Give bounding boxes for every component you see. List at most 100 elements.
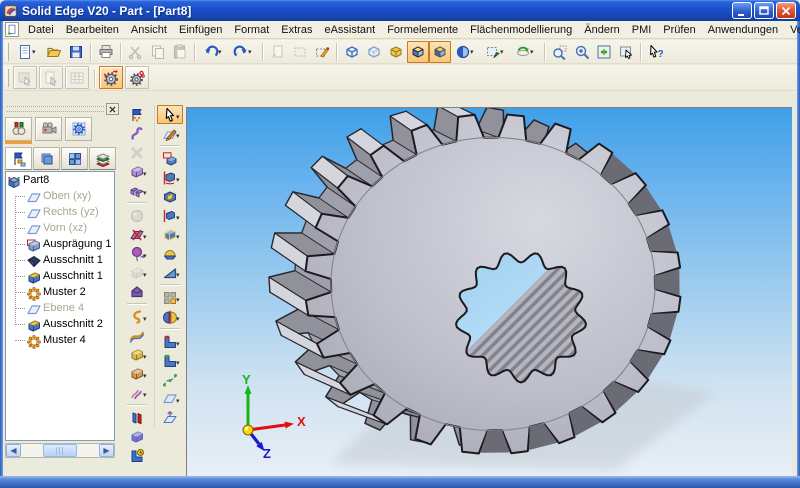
- dropdown-caret-icon[interactable]: ▾: [530, 48, 537, 56]
- rotate-view-button[interactable]: ▾: [511, 41, 541, 63]
- tree-item-auspraegung-1[interactable]: Ausprägung 1: [6, 236, 114, 252]
- undo-button[interactable]: ▾: [199, 41, 229, 63]
- help-pointer-button[interactable]: ?: [645, 41, 667, 63]
- trim-surface-button[interactable]: ▾: [124, 225, 150, 244]
- document-menu-button[interactable]: [5, 22, 19, 37]
- extruded-surface-button[interactable]: ▾: [124, 181, 150, 200]
- tab-feature-pathfinder[interactable]: [5, 147, 32, 170]
- tree-item-muster-4[interactable]: Muster 4: [6, 332, 114, 348]
- tree-item-part8[interactable]: Part8: [6, 172, 114, 188]
- dropdown-caret-icon[interactable]: ▾: [143, 170, 150, 178]
- toolbar-grip-2[interactable]: [6, 69, 9, 87]
- toolbar-grip[interactable]: [6, 43, 9, 61]
- replace-face-button[interactable]: [124, 427, 150, 446]
- dropdown-caret-icon[interactable]: ▾: [143, 271, 150, 279]
- project-curve-button[interactable]: ▾: [124, 364, 150, 383]
- dropdown-caret-icon[interactable]: ▾: [218, 48, 225, 56]
- curve-by-table-button[interactable]: [124, 105, 150, 124]
- zoom-area-button[interactable]: [549, 41, 571, 63]
- dropdown-caret-icon[interactable]: ▾: [176, 176, 183, 184]
- print-button[interactable]: [95, 41, 117, 63]
- pattern-button[interactable]: ▾: [157, 288, 183, 307]
- tree-item-muster-2[interactable]: Muster 2: [6, 284, 114, 300]
- thin-wall-button[interactable]: ▾: [157, 332, 183, 351]
- close-button[interactable]: [776, 2, 796, 19]
- dropdown-caret-icon[interactable]: ▾: [176, 113, 183, 121]
- cross-curve-button[interactable]: ▾: [124, 383, 150, 402]
- fit-button[interactable]: [593, 41, 615, 63]
- hidden-edges-button[interactable]: [363, 41, 385, 63]
- model-viewport[interactable]: YXZ: [186, 107, 792, 476]
- menu-anwendungen[interactable]: Anwendungen: [702, 23, 784, 37]
- reference-plane-button[interactable]: ▾: [157, 389, 183, 408]
- shaded-view-button[interactable]: [429, 41, 451, 63]
- library-button[interactable]: [5, 117, 32, 141]
- dropdown-caret-icon[interactable]: ▾: [143, 189, 150, 197]
- new-document-button[interactable]: ▾: [13, 41, 43, 63]
- dropdown-caret-icon[interactable]: ▾: [470, 48, 477, 56]
- split-face-button[interactable]: [124, 408, 150, 427]
- keypoint-curve-button[interactable]: ▾: [124, 307, 150, 326]
- menu-format[interactable]: Format: [228, 23, 275, 37]
- named-views-button[interactable]: ▾: [481, 41, 511, 63]
- menu-flaechenmodellierung[interactable]: Flächenmodellierung: [464, 23, 578, 37]
- swept-cutout-button[interactable]: ▾: [157, 225, 183, 244]
- dropdown-caret-icon[interactable]: ▾: [176, 214, 183, 222]
- scroll-track[interactable]: |||: [21, 444, 99, 457]
- zoom-button[interactable]: [571, 41, 593, 63]
- menu-eassistant[interactable]: eAssistant: [318, 23, 381, 37]
- dropdown-caret-icon[interactable]: ▾: [143, 353, 150, 361]
- thin-region-button[interactable]: ▾: [157, 351, 183, 370]
- tree-item-oben-xy[interactable]: Oben (xy): [6, 188, 114, 204]
- sketch-button[interactable]: ▾: [157, 124, 183, 143]
- select-tool-button[interactable]: ▾: [157, 105, 183, 124]
- menu-aendern[interactable]: Ändern: [578, 23, 625, 37]
- dropdown-caret-icon[interactable]: ▾: [143, 391, 150, 399]
- revolved-protrusion-button[interactable]: ▾: [157, 168, 183, 187]
- tree-item-ausschnitt-1[interactable]: Ausschnitt 1: [6, 268, 114, 284]
- eassistant-design-button[interactable]: [125, 66, 149, 89]
- point-curve-button[interactable]: [157, 370, 183, 389]
- scroll-thumb[interactable]: |||: [43, 444, 77, 457]
- wireframe-view-button[interactable]: [385, 41, 407, 63]
- tree-item-ausschnitt-2[interactable]: Ausschnitt 2: [6, 316, 114, 332]
- dropdown-caret-icon[interactable]: ▾: [143, 252, 150, 260]
- dropdown-caret-icon[interactable]: ▾: [176, 340, 183, 348]
- menu-pmi[interactable]: PMI: [626, 23, 658, 37]
- dropdown-caret-icon[interactable]: ▾: [176, 296, 183, 304]
- tree-item-ausschnitt-1[interactable]: Ausschnitt 1: [6, 252, 114, 268]
- tab-layers[interactable]: [89, 147, 116, 170]
- cutout-button[interactable]: [157, 187, 183, 206]
- goal-seek-button[interactable]: [65, 117, 92, 141]
- animation-button[interactable]: [35, 117, 62, 141]
- open-button[interactable]: [43, 41, 65, 63]
- tree-item-vorn-xz[interactable]: Vorn (xz): [6, 220, 114, 236]
- menu-extras[interactable]: Extras: [275, 23, 318, 37]
- dropdown-caret-icon[interactable]: ▾: [176, 271, 183, 279]
- scroll-right-arrow[interactable]: ▶: [99, 444, 114, 457]
- mirror-copy-button[interactable]: ▾: [157, 307, 183, 326]
- dropdown-caret-icon[interactable]: ▾: [500, 48, 507, 56]
- dropdown-caret-icon[interactable]: ▾: [143, 315, 150, 323]
- tab-family-of-parts[interactable]: [33, 147, 60, 170]
- menu-ansicht[interactable]: Ansicht: [125, 23, 173, 37]
- edgebar-close-button[interactable]: [106, 103, 119, 115]
- revolved-cutout-button[interactable]: ▾: [157, 206, 183, 225]
- dropdown-caret-icon[interactable]: ▾: [176, 359, 183, 367]
- dropdown-caret-icon[interactable]: ▾: [32, 48, 39, 56]
- menu-datei[interactable]: Datei: [22, 23, 60, 37]
- previous-view-button[interactable]: [615, 41, 637, 63]
- menu-pruefen[interactable]: Prüfen: [657, 23, 701, 37]
- dropdown-caret-icon[interactable]: ▾: [248, 48, 255, 56]
- bluesurf-button[interactable]: [124, 282, 150, 301]
- physical-properties-button[interactable]: [124, 446, 150, 465]
- derived-curve-button[interactable]: ▾: [124, 345, 150, 364]
- eassistant-calculation-button[interactable]: [99, 66, 123, 89]
- dropdown-caret-icon[interactable]: ▾: [176, 315, 183, 323]
- contour-curve-button[interactable]: [124, 326, 150, 345]
- common-views-button[interactable]: ▾: [451, 41, 481, 63]
- shaded-with-edges-button[interactable]: [407, 41, 429, 63]
- menu-einfuegen[interactable]: Einfügen: [173, 23, 228, 37]
- minimize-button[interactable]: [732, 2, 752, 19]
- tree-item-rechts-yz[interactable]: Rechts (yz): [6, 204, 114, 220]
